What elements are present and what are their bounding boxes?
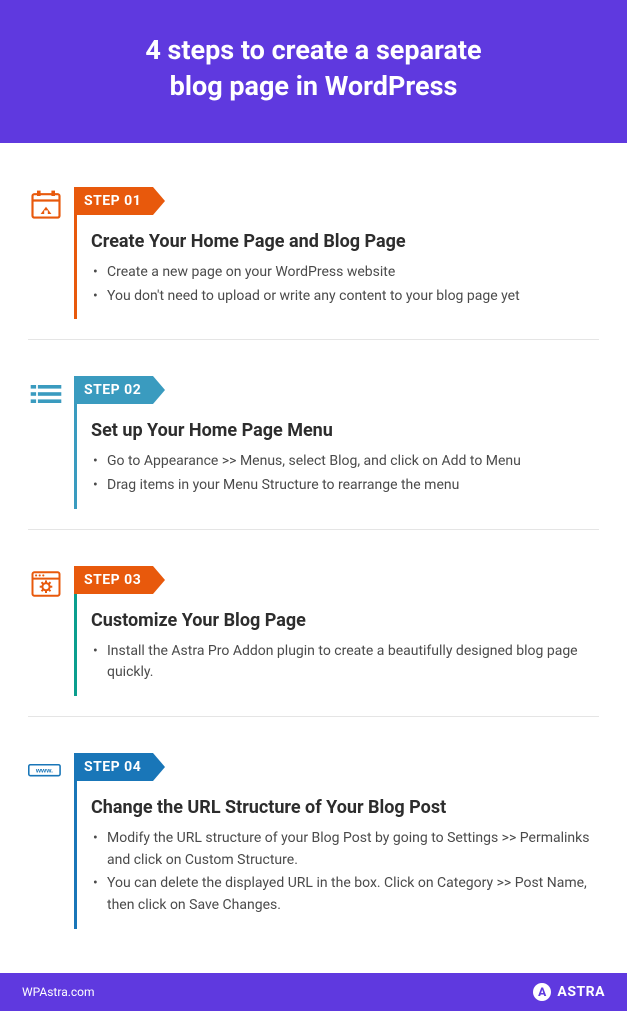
footer-brand-text: ASTRA [557, 984, 605, 1000]
step-4-label: STEP 04 [74, 753, 153, 781]
step-2-label: STEP 02 [74, 376, 153, 404]
title-line-1: 4 steps to create a separate [145, 34, 481, 66]
page-title: 4 steps to create a separate blog page i… [40, 32, 587, 105]
list-item: Create a new page on your WordPress webs… [91, 262, 599, 284]
www-url-icon: www. [28, 753, 74, 793]
step-1-body: STEP 01 Create Your Home Page and Blog P… [74, 187, 599, 319]
step-1-label: STEP 01 [74, 187, 153, 215]
step-3: STEP 03 Customize Your Blog Page Install… [28, 566, 599, 696]
step-4-bullets: Modify the URL structure of your Blog Po… [91, 828, 599, 917]
footer-site: WPAstra.com [22, 985, 95, 999]
footer-brand: A ASTRA [533, 983, 605, 1001]
astra-logo-icon: A [533, 983, 551, 1001]
step-1: STEP 01 Create Your Home Page and Blog P… [28, 187, 599, 319]
list-item: You don't need to upload or write any co… [91, 286, 599, 308]
list-item: Drag items in your Menu Structure to rea… [91, 475, 599, 497]
step-2: STEP 02 Set up Your Home Page Menu Go to… [28, 376, 599, 508]
menu-list-icon [28, 376, 74, 416]
page-header: 4 steps to create a separate blog page i… [0, 0, 627, 143]
browser-gear-icon [28, 566, 74, 606]
step-4: www. STEP 04 Change the URL Structure of… [28, 753, 599, 929]
step-4-title: Change the URL Structure of Your Blog Po… [91, 797, 599, 818]
list-item: Install the Astra Pro Addon plugin to cr… [91, 641, 599, 684]
step-2-body: STEP 02 Set up Your Home Page Menu Go to… [74, 376, 599, 508]
step-3-label: STEP 03 [74, 566, 153, 594]
divider [28, 339, 599, 340]
step-1-bullets: Create a new page on your WordPress webs… [91, 262, 599, 307]
divider [28, 529, 599, 530]
steps-container: STEP 01 Create Your Home Page and Blog P… [0, 143, 627, 973]
step-3-body: STEP 03 Customize Your Blog Page Install… [74, 566, 599, 696]
calendar-home-icon [28, 187, 74, 227]
step-4-body: STEP 04 Change the URL Structure of Your… [74, 753, 599, 929]
list-item: You can delete the displayed URL in the … [91, 873, 599, 916]
step-2-bullets: Go to Appearance >> Menus, select Blog, … [91, 451, 599, 496]
list-item: Go to Appearance >> Menus, select Blog, … [91, 451, 599, 473]
step-3-title: Customize Your Blog Page [91, 610, 599, 631]
step-3-bullets: Install the Astra Pro Addon plugin to cr… [91, 641, 599, 684]
page-footer: WPAstra.com A ASTRA [0, 973, 627, 1011]
svg-text:www.: www. [35, 768, 53, 775]
divider [28, 716, 599, 717]
step-2-title: Set up Your Home Page Menu [91, 420, 599, 441]
step-1-title: Create Your Home Page and Blog Page [91, 231, 599, 252]
list-item: Modify the URL structure of your Blog Po… [91, 828, 599, 871]
title-line-2: blog page in WordPress [170, 70, 458, 102]
